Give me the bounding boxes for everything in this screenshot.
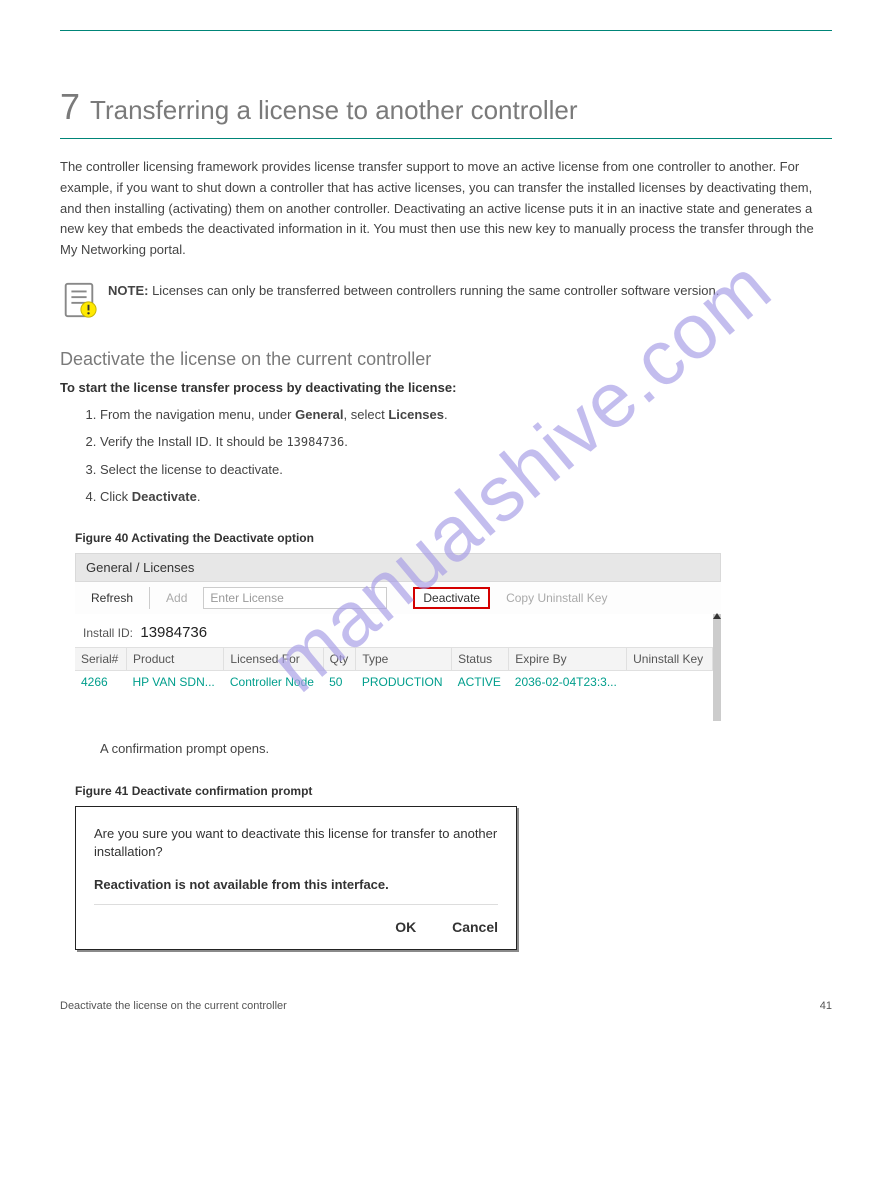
cell-type: PRODUCTION [356,670,452,693]
cell-uninstall-key [627,670,713,693]
th-product[interactable]: Product [127,647,224,670]
note-label: NOTE: [108,283,148,298]
step-4: Click Deactivate. [100,487,832,507]
th-licensed-for[interactable]: Licensed For [224,647,323,670]
step-1: From the navigation menu, under General,… [100,405,832,425]
confirm-dialog-screenshot: Are you sure you want to deactivate this… [75,806,517,950]
step-2: Verify the Install ID. It should be 1398… [100,432,832,452]
note-block: NOTE: Licenses can only be transferred b… [60,281,832,319]
cell-serial: 4266 [75,670,127,693]
note-body: Licenses can only be transferred between… [152,283,719,298]
section-title: Deactivate the license on the current co… [60,349,832,370]
th-uninstall-key[interactable]: Uninstall Key [627,647,713,670]
dialog-warning: Reactivation is not available from this … [94,877,498,905]
figure-2-label: Figure 41 [75,784,128,798]
cell-expire: 2036-02-04T23:3... [509,670,627,693]
toolbar-divider [149,587,150,609]
rule-under-chapter [60,138,832,139]
licenses-table: Serial# Product Licensed For Qty Type St… [75,647,713,693]
note-text: NOTE: Licenses can only be transferred b… [108,281,719,301]
cancel-button[interactable]: Cancel [452,919,498,935]
th-type[interactable]: Type [356,647,452,670]
page-number: 41 [820,1000,832,1012]
add-button[interactable]: Add [158,588,195,608]
dialog-question: Are you sure you want to deactivate this… [94,825,498,861]
cell-status: ACTIVE [452,670,509,693]
copy-uninstall-key-button[interactable]: Copy Uninstall Key [498,588,615,608]
steps-intro: To start the license transfer process by… [60,380,832,395]
dialog-buttons: OK Cancel [94,919,498,935]
table-row[interactable]: 4266 HP VAN SDN... Controller Node 50 PR… [75,670,713,693]
page-footer: Deactivate the license on the current co… [60,1000,832,1012]
confirm-sentence: A confirmation prompt opens. [100,739,832,760]
th-serial[interactable]: Serial# [75,647,127,670]
th-expire[interactable]: Expire By [509,647,627,670]
breadcrumb: General / Licenses [75,553,721,582]
cell-qty: 50 [323,670,356,693]
note-icon [60,281,98,319]
install-id-label: Install ID: [83,626,133,640]
figure-1-label: Figure 40 [75,531,128,545]
scroll-up-icon[interactable] [713,613,721,619]
chapter-title: Transferring a license to another contro… [90,95,578,126]
table-header-row: Serial# Product Licensed For Qty Type St… [75,647,713,670]
toolbar: Refresh Add Enter License Deactivate Cop… [75,582,721,614]
th-status[interactable]: Status [452,647,509,670]
ok-button[interactable]: OK [395,919,416,935]
install-id-value: 13984736 [140,624,207,641]
install-id-row: Install ID: 13984736 [75,614,713,647]
cell-product: HP VAN SDN... [127,670,224,693]
figure-2-caption: Figure 41 Deactivate confirmation prompt [75,784,832,798]
figure-1-caption: Figure 40 Activating the Deactivate opti… [75,531,832,545]
deactivate-button[interactable]: Deactivate [413,587,490,609]
chapter-heading: 7 Transferring a license to another cont… [60,86,832,128]
chapter-number: 7 [60,86,80,128]
footer-text: Deactivate the license on the current co… [60,1000,287,1012]
th-qty[interactable]: Qty [323,647,356,670]
licenses-screenshot: General / Licenses Refresh Add Enter Lic… [75,553,721,721]
license-input[interactable]: Enter License [203,587,387,609]
steps-list: From the navigation menu, under General,… [60,405,832,507]
intro-paragraph: The controller licensing framework provi… [60,157,832,261]
step-3: Select the license to deactivate. [100,460,832,480]
refresh-button[interactable]: Refresh [83,588,141,608]
figure-1-title: Activating the Deactivate option [131,531,314,545]
figure-2-title: Deactivate confirmation prompt [132,784,313,798]
cell-licensed-for: Controller Node [224,670,323,693]
